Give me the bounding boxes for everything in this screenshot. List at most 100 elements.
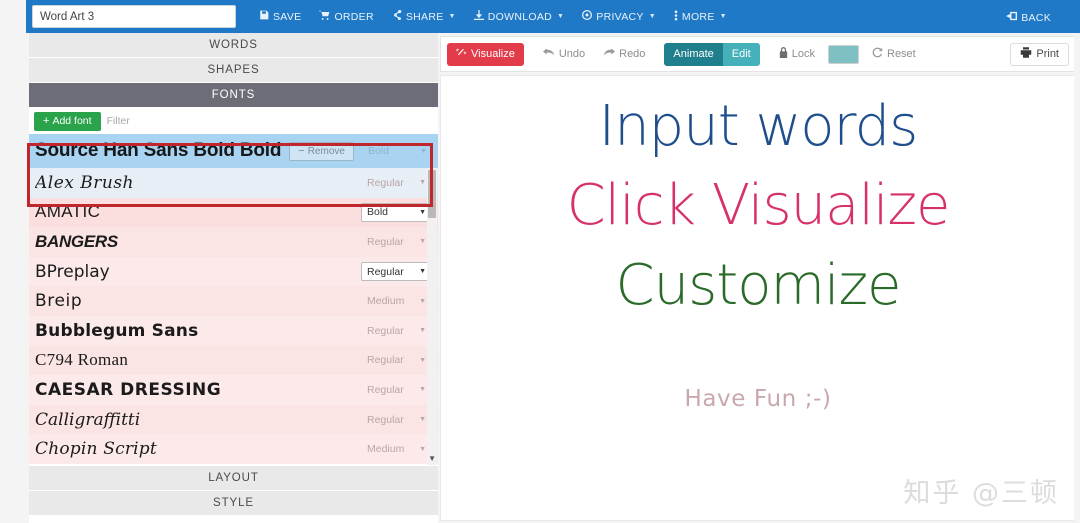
wand-icon <box>456 47 467 61</box>
chevron-down-icon: ▼ <box>420 147 427 155</box>
font-filter-input[interactable] <box>106 111 433 131</box>
remove-font-label: Remove <box>307 145 345 157</box>
print-button[interactable]: Print <box>1010 42 1069 66</box>
font-weight-select[interactable]: Regular ▼ <box>361 410 432 429</box>
font-weight-value: Regular <box>367 176 404 189</box>
font-list-item[interactable]: Calligraffitti Regular ▼ <box>29 404 438 435</box>
download-icon <box>473 10 484 23</box>
font-weight-select[interactable]: Regular ▼ <box>361 232 432 251</box>
font-weight-select[interactable]: Regular ▼ <box>361 173 432 192</box>
topbar-share-button[interactable]: SHARE ▼ <box>383 5 465 28</box>
font-list-item[interactable]: CAESAR DRESSING Regular ▼ <box>29 375 438 405</box>
mode-button-group: Animate Edit <box>664 42 760 66</box>
sidebar-section-fonts[interactable]: FONTS <box>29 83 438 108</box>
sidebar-section-words[interactable]: WORDS <box>29 33 438 58</box>
chevron-down-icon: ▼ <box>419 238 426 246</box>
watermark: 知乎 @三顿 <box>903 478 1059 509</box>
chevron-down-icon: ▼ <box>419 386 426 394</box>
top-bar: SAVE ORDER SHARE ▼ DOWNLOAD ▼ <box>0 0 1080 33</box>
topbar-more-label: MORE <box>681 10 715 23</box>
font-weight-select[interactable]: Bold ▼ <box>361 202 432 222</box>
undo-label: Undo <box>558 48 586 60</box>
font-list-scrollbar-thumb[interactable] <box>428 170 436 218</box>
add-font-button[interactable]: + Add font <box>34 111 101 131</box>
project-title-input[interactable] <box>32 5 236 28</box>
chevron-down-icon: ▼ <box>419 327 426 335</box>
wordart-line-2[interactable]: Click Visualize <box>441 173 1075 238</box>
sidebar-section-words-label: WORDS <box>209 39 258 51</box>
scroll-down-icon[interactable]: ▼ <box>428 454 436 463</box>
font-weight-select[interactable]: Regular ▼ <box>361 351 432 370</box>
font-weight-select[interactable]: Medium ▼ <box>361 440 432 459</box>
font-weight-select[interactable]: Regular ▼ <box>361 380 432 399</box>
redo-button[interactable]: Redo <box>594 43 654 66</box>
font-weight-value: Medium <box>367 443 405 456</box>
font-list-item[interactable]: Alex Brush Regular ▼ <box>29 168 438 198</box>
font-name: Alex Brush <box>35 172 135 193</box>
topbar-privacy-button[interactable]: PRIVACY ▼ <box>573 5 665 28</box>
font-weight-select[interactable]: Medium ▼ <box>361 292 432 311</box>
font-weight-value: Regular <box>367 354 404 367</box>
reset-button[interactable]: Reset <box>863 43 925 66</box>
font-name: Calligraffitti <box>35 409 141 430</box>
font-list-item[interactable]: BANGERS Regular ▼ <box>29 227 438 257</box>
font-list-item[interactable]: C794 Roman Regular ▼ <box>29 345 438 376</box>
font-name: AMATIC <box>35 202 101 222</box>
wordart-canvas[interactable]: Input words Click Visualize Customize Ha… <box>440 75 1076 521</box>
edit-tab[interactable]: Edit <box>722 42 760 66</box>
sidebar-section-style[interactable]: STYLE <box>29 491 438 516</box>
topbar-order-button[interactable]: ORDER <box>310 5 382 28</box>
more-icon <box>674 10 678 24</box>
chevron-down-icon: ▼ <box>419 416 426 424</box>
selected-font-weight-select[interactable]: Bold ▼ <box>362 142 433 161</box>
font-list-item[interactable]: AMATIC Bold ▼ <box>29 197 438 228</box>
edit-label: Edit <box>731 48 751 60</box>
font-name: Breip <box>35 291 83 312</box>
font-list-item[interactable]: Breip Medium ▼ <box>29 286 438 316</box>
lock-label: Lock <box>791 48 815 60</box>
font-weight-select[interactable]: Regular ▼ <box>361 321 432 340</box>
wordart-line-3[interactable]: Customize <box>441 253 1075 318</box>
font-weight-value: Regular <box>367 265 404 278</box>
font-list-item[interactable]: Bubblegum Sans Regular ▼ <box>29 315 438 346</box>
wordart-line-1[interactable]: Input words <box>441 94 1075 159</box>
topbar-save-button[interactable]: SAVE <box>250 5 310 28</box>
chevron-down-icon: ▼ <box>419 445 426 453</box>
sidebar-section-shapes[interactable]: SHAPES <box>29 58 438 83</box>
font-list-item[interactable]: Chopin Script Medium ▼ <box>29 434 438 464</box>
topbar-download-button[interactable]: DOWNLOAD ▼ <box>465 5 573 28</box>
canvas-toolbar: Visualize Undo Redo Animate Edit Lock Re… <box>440 36 1076 72</box>
wordart-line-4[interactable]: Have Fun ;-) <box>441 386 1075 412</box>
topbar-nav: SAVE ORDER SHARE ▼ DOWNLOAD ▼ PRIVACY ▼ … <box>250 5 736 29</box>
topbar-back-button[interactable]: BACK <box>997 6 1060 29</box>
sidebar-section-layout[interactable]: LAYOUT <box>29 466 438 491</box>
topbar-privacy-label: PRIVACY <box>596 10 644 23</box>
topbar-back-label: BACK <box>1021 11 1051 24</box>
visualize-label: Visualize <box>471 48 515 60</box>
privacy-icon <box>582 10 593 23</box>
topbar-more-button[interactable]: MORE ▼ <box>665 5 736 29</box>
share-icon <box>392 9 402 23</box>
minus-icon: − <box>298 144 305 157</box>
chevron-down-icon: ▼ <box>719 13 727 20</box>
font-weight-select[interactable]: Regular ▼ <box>361 262 432 282</box>
animate-tab[interactable]: Animate <box>664 42 723 66</box>
font-list-item[interactable]: BPreplay Regular ▼ <box>29 256 438 287</box>
visualize-button[interactable]: Visualize <box>447 42 524 66</box>
chevron-down-icon: ▼ <box>419 297 426 305</box>
topbar-download-label: DOWNLOAD <box>487 10 553 23</box>
font-weight-value: Regular <box>367 383 404 396</box>
color-swatch-button[interactable] <box>828 44 859 64</box>
selected-font-row[interactable]: Source Han Sans Bold Bold − Remove Bold … <box>29 134 438 168</box>
font-list[interactable]: Alex Brush Regular ▼ AMATIC Bold ▼ BANGE… <box>29 168 438 465</box>
chevron-down-icon: ▼ <box>419 356 426 364</box>
font-weight-value: Bold <box>367 206 389 219</box>
undo-button[interactable]: Undo <box>534 43 594 66</box>
remove-font-button[interactable]: − Remove <box>289 141 354 161</box>
lock-button[interactable]: Lock <box>770 43 824 66</box>
topbar-order-label: ORDER <box>334 10 374 23</box>
printer-icon <box>1020 47 1032 61</box>
font-weight-value: Regular <box>367 324 404 337</box>
font-list-scrollbar[interactable] <box>427 168 437 465</box>
sidebar-section-fonts-label: FONTS <box>211 89 256 101</box>
